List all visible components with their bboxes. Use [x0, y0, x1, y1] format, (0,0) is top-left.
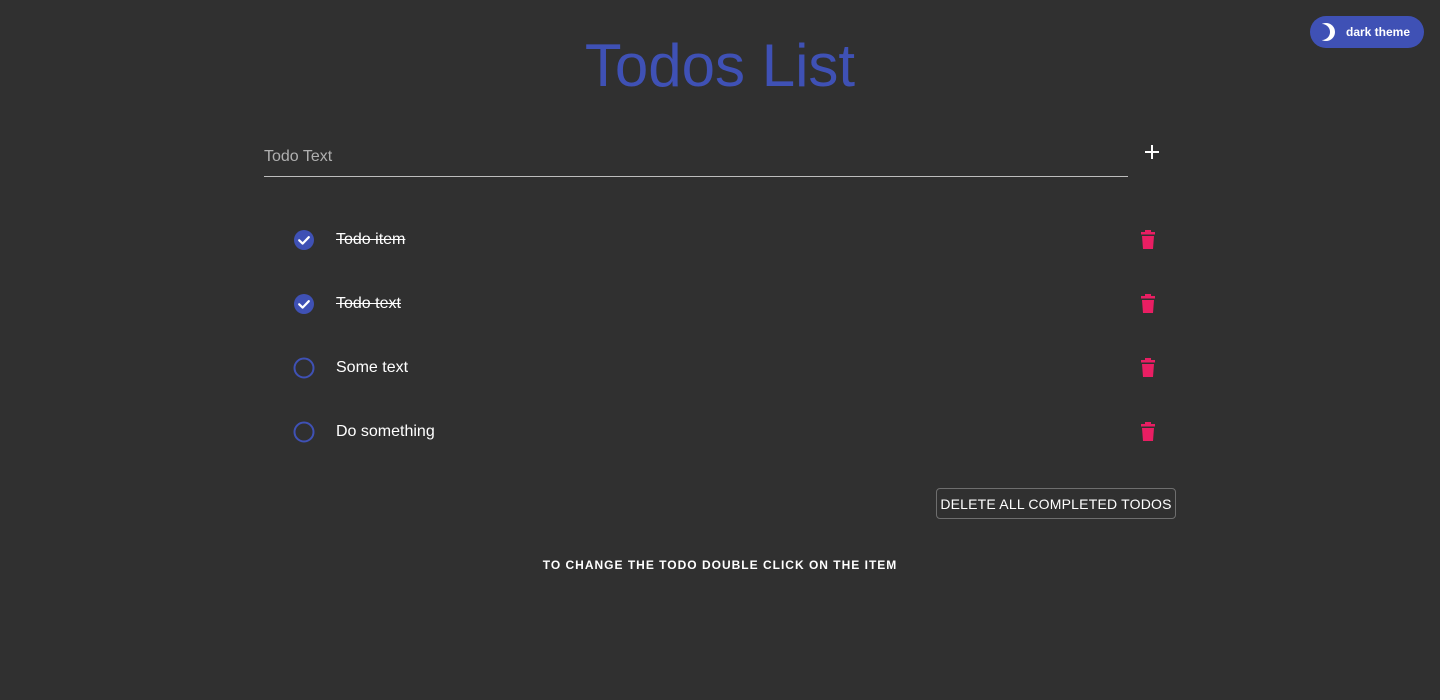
page: dark theme Todos List Todo item	[0, 0, 1440, 700]
todo-item-text: Some text	[336, 359, 409, 376]
trash-icon[interactable]	[1136, 356, 1160, 380]
todo-input-wrapper	[264, 140, 1128, 177]
checked-circle-icon[interactable]	[292, 292, 316, 316]
trash-icon[interactable]	[1136, 420, 1160, 444]
todo-item-text: Do something	[336, 423, 435, 440]
todo-item[interactable]: Some text	[280, 336, 1176, 400]
todo-item[interactable]: Do something	[280, 400, 1176, 464]
todo-item[interactable]: Todo item	[280, 208, 1176, 272]
edit-hint-text: TO CHANGE THE TODO DOUBLE CLICK ON THE I…	[542, 558, 898, 572]
page-title: Todos List	[584, 32, 856, 99]
unchecked-circle-icon[interactable]	[292, 420, 316, 444]
todo-item[interactable]: Todo text	[280, 272, 1176, 336]
checked-circle-icon[interactable]	[292, 228, 316, 252]
todo-text-input[interactable]	[264, 140, 1128, 174]
add-todo-button[interactable]	[1140, 140, 1164, 164]
todo-item-text: Todo text	[336, 295, 401, 312]
trash-icon[interactable]	[1136, 292, 1160, 316]
delete-completed-button[interactable]: DELETE ALL COMPLETED TODOS	[936, 488, 1176, 519]
unchecked-circle-icon[interactable]	[292, 356, 316, 380]
plus-icon	[1145, 145, 1159, 159]
todo-list: Todo item Todo text Some text Do somethi…	[280, 208, 1176, 464]
trash-icon[interactable]	[1136, 228, 1160, 252]
todo-item-text: Todo item	[336, 231, 406, 248]
